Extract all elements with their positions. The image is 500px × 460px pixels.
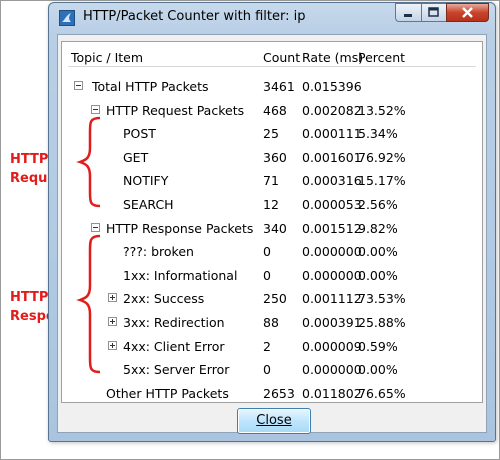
- annotation-braces: [76, 116, 101, 374]
- requests-brace: [76, 116, 101, 208]
- responses-brace: [76, 234, 101, 374]
